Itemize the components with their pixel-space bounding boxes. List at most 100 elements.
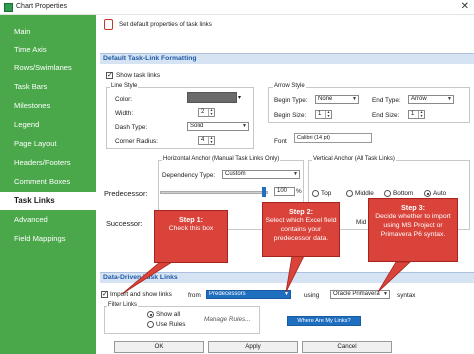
begin-type-select[interactable]: None ▼ bbox=[315, 95, 359, 104]
using-label: using bbox=[304, 292, 320, 299]
ok-button[interactable]: OK bbox=[114, 341, 204, 353]
sidebar-item-legend[interactable]: Legend bbox=[0, 116, 96, 134]
dependency-type-label: Dependency Type: bbox=[162, 172, 216, 179]
vertical-anchor-title: Vertical Anchor (All Task Links) bbox=[312, 156, 396, 162]
dependency-type-value: Custom bbox=[225, 171, 246, 177]
predecessor-field-select[interactable]: Predecessors ▼ bbox=[206, 290, 291, 299]
vertical-anchor-auto-label: Auto bbox=[433, 190, 447, 197]
width-label: Width: bbox=[115, 110, 134, 117]
step1-text: Check this box bbox=[168, 225, 214, 232]
end-size-value: 1 bbox=[411, 111, 415, 117]
window-title: Chart Properties bbox=[16, 3, 67, 10]
font-picker-button[interactable]: Calibri (14 pt) bbox=[294, 133, 372, 143]
sidebar-item-field-mappings[interactable]: Field Mappings bbox=[0, 230, 96, 248]
show-task-links-checkbox[interactable] bbox=[106, 71, 113, 79]
from-label: from bbox=[188, 292, 201, 299]
task-link-icon bbox=[104, 19, 113, 30]
manage-rules-link[interactable]: Manage Rules... bbox=[204, 316, 251, 323]
dash-type-label: Dash Type: bbox=[115, 124, 148, 131]
step3-title: Step 3: bbox=[401, 203, 425, 212]
predecessor-percent-input[interactable]: 100 bbox=[274, 187, 295, 196]
dash-type-select[interactable]: Solid ▼ bbox=[187, 122, 249, 131]
sidebar-item-task-links[interactable]: Task Links bbox=[0, 192, 96, 210]
where-are-my-links-button[interactable]: Where Are My Links? bbox=[287, 316, 361, 326]
chevron-down-icon: ▼ bbox=[447, 96, 452, 102]
sidebar-item-comment-boxes[interactable]: Comment Boxes bbox=[0, 173, 96, 191]
vertical-anchor-bottom-radio[interactable] bbox=[384, 190, 391, 197]
sidebar-item-main[interactable]: Main bbox=[0, 23, 96, 41]
step2-callout: Step 2: Select which Excel field contain… bbox=[262, 202, 340, 257]
dependency-type-select[interactable]: Custom ▼ bbox=[222, 170, 300, 179]
line-style-title: Line Style bbox=[110, 83, 139, 89]
predecessor-label: Predecessor: bbox=[104, 189, 148, 198]
chevron-down-icon: ▼ bbox=[284, 291, 289, 297]
successor-label: Successor: bbox=[106, 219, 143, 228]
begin-size-label: Begin Size: bbox=[274, 112, 307, 119]
vertical-anchor-middle-label: Middle bbox=[355, 190, 374, 197]
step2-text: Select which Excel field contains your p… bbox=[265, 217, 337, 242]
end-type-select[interactable]: Arrow ▼ bbox=[408, 95, 454, 104]
sidebar-item-headers-footers[interactable]: Headers/Footers bbox=[0, 154, 96, 172]
corner-radius-spin-icon[interactable]: ▲ ▼ bbox=[208, 136, 214, 144]
begin-type-label: Begin Type: bbox=[274, 97, 308, 104]
step3-text: Decide whether to import using MS Projec… bbox=[375, 213, 451, 238]
show-task-links-label: Show task links bbox=[116, 72, 161, 79]
corner-radius-stepper[interactable]: 4 ▲ ▼ bbox=[198, 136, 215, 145]
step3-callout: Step 3: Decide whether to import using M… bbox=[368, 198, 458, 262]
syntax-label: syntax bbox=[397, 292, 416, 299]
sidebar-item-time-axis[interactable]: Time Axis bbox=[0, 41, 96, 59]
title-bar: Chart Properties ✕ bbox=[0, 0, 474, 15]
step2-title: Step 2: bbox=[289, 207, 313, 216]
width-stepper[interactable]: 2 ▲ ▼ bbox=[198, 108, 215, 117]
end-size-stepper[interactable]: 1 ▲ ▼ bbox=[408, 110, 425, 119]
corner-radius-label: Corner Radius: bbox=[115, 138, 158, 145]
end-size-spin-icon[interactable]: ▲ ▼ bbox=[418, 110, 424, 118]
begin-size-value: 1 bbox=[318, 111, 322, 117]
end-size-label: End Size: bbox=[372, 112, 400, 119]
step1-callout: Step 1: Check this box bbox=[154, 210, 228, 263]
dash-type-value: Solid bbox=[190, 123, 204, 129]
end-type-value: Arrow bbox=[411, 96, 427, 102]
syntax-value: Oracle Primavera bbox=[333, 291, 380, 297]
arrow-style-title: Arrow Style bbox=[273, 83, 306, 89]
color-dropdown-icon[interactable]: ▾ bbox=[238, 94, 241, 101]
sidebar: Main Time Axis Rows/Swimlanes Task Bars … bbox=[0, 15, 96, 354]
font-label: Font bbox=[274, 138, 287, 145]
cancel-button[interactable]: Cancel bbox=[302, 341, 392, 353]
sidebar-item-rows-swimlanes[interactable]: Rows/Swimlanes bbox=[0, 59, 96, 77]
vertical-anchor-middle-radio[interactable] bbox=[346, 190, 353, 197]
sidebar-item-task-bars[interactable]: Task Bars bbox=[0, 78, 96, 96]
import-links-label: Import and show links bbox=[110, 291, 172, 298]
vertical-anchor-top-radio[interactable] bbox=[312, 190, 319, 197]
filter-links-title: Filter Links bbox=[107, 302, 139, 308]
predecessor-slider-track[interactable] bbox=[160, 191, 268, 194]
horizontal-anchor-title: Horizontal Anchor (Manual Task Links Onl… bbox=[162, 156, 281, 162]
begin-type-value: None bbox=[318, 96, 333, 102]
sidebar-item-milestones[interactable]: Milestones bbox=[0, 97, 96, 115]
app-icon bbox=[4, 3, 13, 12]
filter-use-rules-radio[interactable] bbox=[147, 321, 154, 328]
syntax-select[interactable]: Oracle Primavera ▼ bbox=[330, 290, 390, 299]
corner-radius-value: 4 bbox=[201, 137, 205, 143]
percent-unit: % bbox=[296, 188, 302, 195]
chevron-down-icon: ▼ bbox=[242, 123, 247, 129]
filter-show-all-radio[interactable] bbox=[147, 311, 154, 318]
color-label: Color: bbox=[115, 96, 133, 103]
predecessor-slider-thumb[interactable] bbox=[262, 187, 266, 197]
width-spin-icon[interactable]: ▲ ▼ bbox=[208, 108, 214, 116]
apply-button[interactable]: Apply bbox=[208, 341, 298, 353]
filter-show-all-label: Show all bbox=[156, 311, 181, 318]
sidebar-item-page-layout[interactable]: Page Layout bbox=[0, 135, 96, 153]
begin-size-stepper[interactable]: 1 ▲ ▼ bbox=[315, 110, 332, 119]
width-value: 2 bbox=[201, 109, 205, 115]
sidebar-item-advanced[interactable]: Advanced bbox=[0, 211, 96, 229]
import-links-checkbox[interactable] bbox=[101, 290, 108, 298]
close-icon[interactable]: ✕ bbox=[461, 1, 469, 12]
end-type-label: End Type: bbox=[372, 97, 401, 104]
line-color-swatch[interactable] bbox=[187, 92, 237, 103]
vertical-anchor-auto-radio[interactable] bbox=[424, 190, 431, 197]
successor-middle-label: Mid bbox=[356, 219, 367, 226]
begin-size-spin-icon[interactable]: ▲ ▼ bbox=[325, 110, 331, 118]
chevron-down-icon: ▼ bbox=[293, 171, 298, 177]
chevron-down-icon: ▼ bbox=[383, 291, 388, 297]
